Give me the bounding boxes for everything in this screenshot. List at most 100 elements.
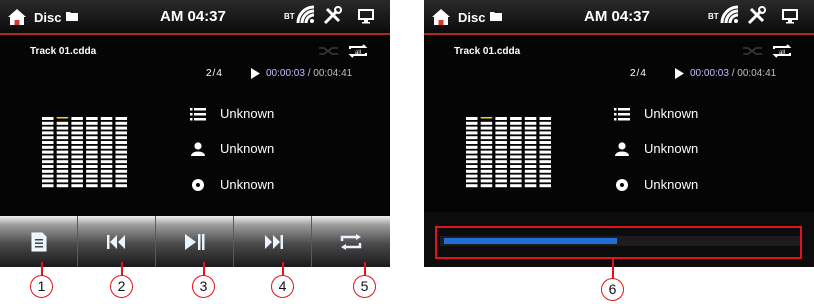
callout-5: 5 (353, 275, 376, 298)
tools-icon[interactable] (322, 6, 342, 26)
eq-segment (466, 184, 478, 188)
eq-segment (56, 126, 69, 130)
tools-icon[interactable] (746, 6, 766, 26)
eq-segment (115, 145, 127, 149)
previous-track-button[interactable] (78, 216, 156, 267)
artist-text: Unknown (220, 141, 275, 156)
monitor-icon[interactable] (782, 8, 798, 24)
seek-bar-highlight (435, 226, 802, 259)
eq-segment (539, 117, 551, 120)
eq-segment (539, 165, 551, 168)
bluetooth-signal-icon (296, 5, 315, 24)
source-label: Disc (34, 10, 62, 25)
eq-segment (86, 131, 98, 135)
eq-segment (539, 121, 551, 125)
eq-segment (86, 155, 98, 159)
eq-segment (510, 136, 522, 140)
eq-segment (466, 121, 478, 125)
eq-segment (42, 155, 54, 159)
eq-segment (524, 121, 537, 125)
svg-text:all: all (779, 50, 785, 56)
eq-segment (42, 179, 54, 183)
eq-segment (480, 160, 493, 164)
playlist-button[interactable] (0, 216, 78, 267)
eq-segment (86, 160, 98, 164)
eq-segment (510, 160, 522, 164)
eq-segment (480, 126, 493, 130)
eq-segment (115, 174, 127, 178)
eq-segment (71, 141, 83, 144)
source-label: Disc (458, 10, 486, 25)
eq-segment (42, 141, 54, 144)
eq-segment (115, 179, 127, 183)
genre-text: Unknown (644, 177, 699, 192)
disc-icon (192, 179, 204, 191)
eq-segment (495, 160, 507, 164)
eq-segment (495, 126, 507, 130)
eq-segment (466, 150, 478, 154)
eq-segment (466, 131, 478, 135)
callout-2: 2 (110, 275, 133, 298)
eq-segment (115, 165, 127, 168)
clock: AM 04:37 (160, 8, 226, 25)
eq-segment (480, 169, 493, 173)
eq-segment (42, 117, 54, 120)
eq-segment (510, 121, 522, 125)
eq-peak (56, 117, 69, 119)
eq-segment (86, 145, 98, 149)
monitor-icon[interactable] (358, 8, 374, 24)
repeat-icon (340, 233, 362, 250)
eq-segment (480, 179, 493, 183)
eq-segment (71, 136, 83, 140)
eq-segment (510, 117, 522, 120)
eq-segment (100, 160, 113, 164)
eq-segment (42, 184, 54, 188)
artist-text: Unknown (644, 141, 699, 156)
eq-segment (466, 174, 478, 178)
eq-segment (71, 174, 83, 178)
eq-segment (495, 165, 507, 168)
eq-segment (115, 155, 127, 159)
person-icon (615, 142, 629, 156)
callout-line-2 (121, 262, 123, 276)
person-icon (191, 142, 205, 156)
eq-segment (86, 179, 98, 183)
home-icon[interactable] (431, 8, 451, 26)
eq-segment (71, 145, 83, 149)
track-index: 2/4 (630, 68, 647, 79)
eq-segment (71, 169, 83, 173)
eq-segment (56, 136, 69, 140)
eq-segment (466, 141, 478, 144)
eq-segment (539, 174, 551, 178)
repeat-button[interactable] (312, 216, 390, 267)
home-icon[interactable] (7, 8, 27, 26)
time-display: 00:00:03 / 00:04:41 (690, 68, 776, 79)
eq-segment (71, 184, 83, 188)
eq-segment (466, 126, 478, 130)
eq-segment (86, 121, 98, 125)
eq-segment (510, 145, 522, 149)
eq-segment (71, 155, 83, 159)
eq-segment (56, 179, 69, 183)
next-track-button[interactable] (234, 216, 312, 267)
eq-segment (71, 179, 83, 183)
eq-segment (480, 141, 493, 144)
status-bar: Disc AM 04:37 BT (424, 0, 814, 35)
play-pause-button[interactable] (156, 216, 234, 267)
eq-segment (71, 131, 83, 135)
eq-segment (524, 169, 537, 173)
eq-segment (524, 160, 537, 164)
eq-segment (86, 165, 98, 168)
eq-segment (524, 165, 537, 168)
eq-segment (100, 155, 113, 159)
time-separator: / (731, 68, 735, 79)
eq-segment (539, 141, 551, 144)
eq-segment (86, 126, 98, 130)
eq-segment (524, 145, 537, 149)
next-track-icon (264, 234, 283, 249)
eq-segment (115, 141, 127, 144)
play-pause-icon (184, 233, 204, 250)
svg-text:all: all (355, 50, 361, 56)
eq-peak (480, 117, 493, 119)
eq-segment (42, 150, 54, 154)
